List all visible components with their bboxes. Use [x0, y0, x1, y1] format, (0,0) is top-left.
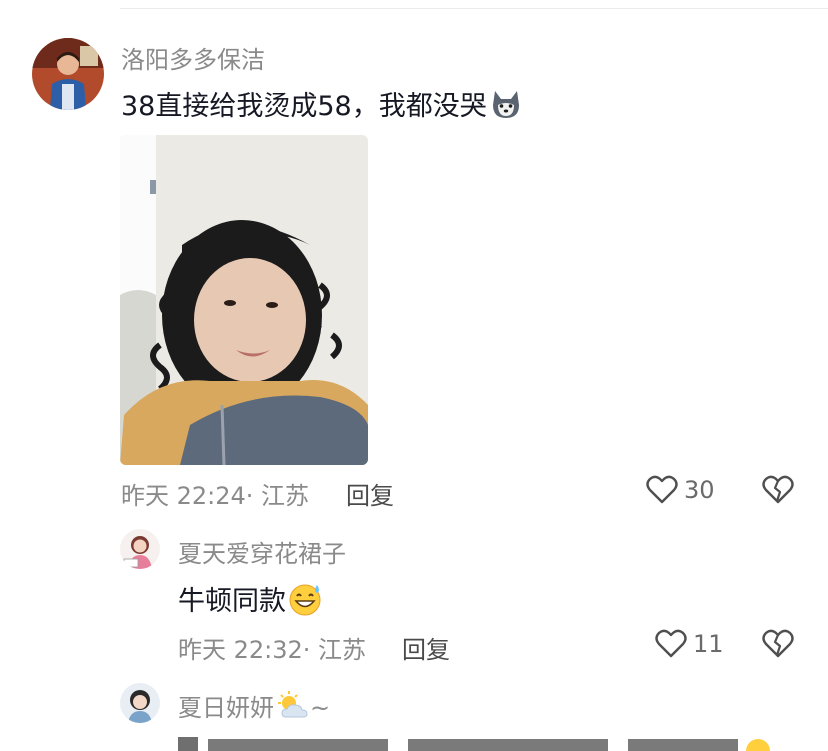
commenter-name[interactable]: 洛阳多多保洁: [121, 40, 265, 75]
heart-outline-icon[interactable]: [646, 475, 678, 505]
reply-button[interactable]: 回复: [346, 476, 394, 511]
commenter-avatar[interactable]: [32, 38, 104, 110]
comment-time-location: 昨天 22:24· 江苏: [121, 482, 310, 510]
reply-user-name[interactable]: 夏天爱穿花裙子: [178, 534, 346, 569]
reply-reply-button[interactable]: 回复: [402, 630, 450, 665]
grinning-sweat-emoji: [288, 582, 324, 623]
reply-avatar[interactable]: [120, 529, 160, 569]
heart-outline-icon[interactable]: [655, 629, 687, 659]
reply-text-content: 牛顿同款: [178, 586, 286, 617]
reply-like-count: 11: [693, 630, 724, 658]
comment-text-content: 38直接给我烫成58，我都没哭: [121, 91, 487, 122]
reply-text: 牛顿同款: [178, 579, 324, 623]
sun-behind-cloud-emoji: [276, 691, 310, 727]
broken-heart-icon[interactable]: [762, 629, 794, 659]
reply-time-location: 昨天 22:32· 江苏: [178, 636, 367, 664]
comment-text: 38直接给我烫成58，我都没哭: [121, 84, 523, 128]
broken-heart-icon[interactable]: [762, 475, 794, 505]
reply-user-name-suffix: ~: [310, 694, 331, 722]
like-count: 30: [684, 476, 715, 504]
reply-avatar[interactable]: [120, 683, 160, 723]
truncated-reply-text: [178, 727, 778, 751]
top-divider: [120, 8, 828, 9]
comment-photo[interactable]: [120, 135, 368, 465]
reply-user-name[interactable]: 夏日妍妍 ~: [178, 688, 330, 727]
reply-user-name-text: 夏日妍妍: [178, 694, 274, 722]
husky-emoji: [489, 87, 523, 128]
